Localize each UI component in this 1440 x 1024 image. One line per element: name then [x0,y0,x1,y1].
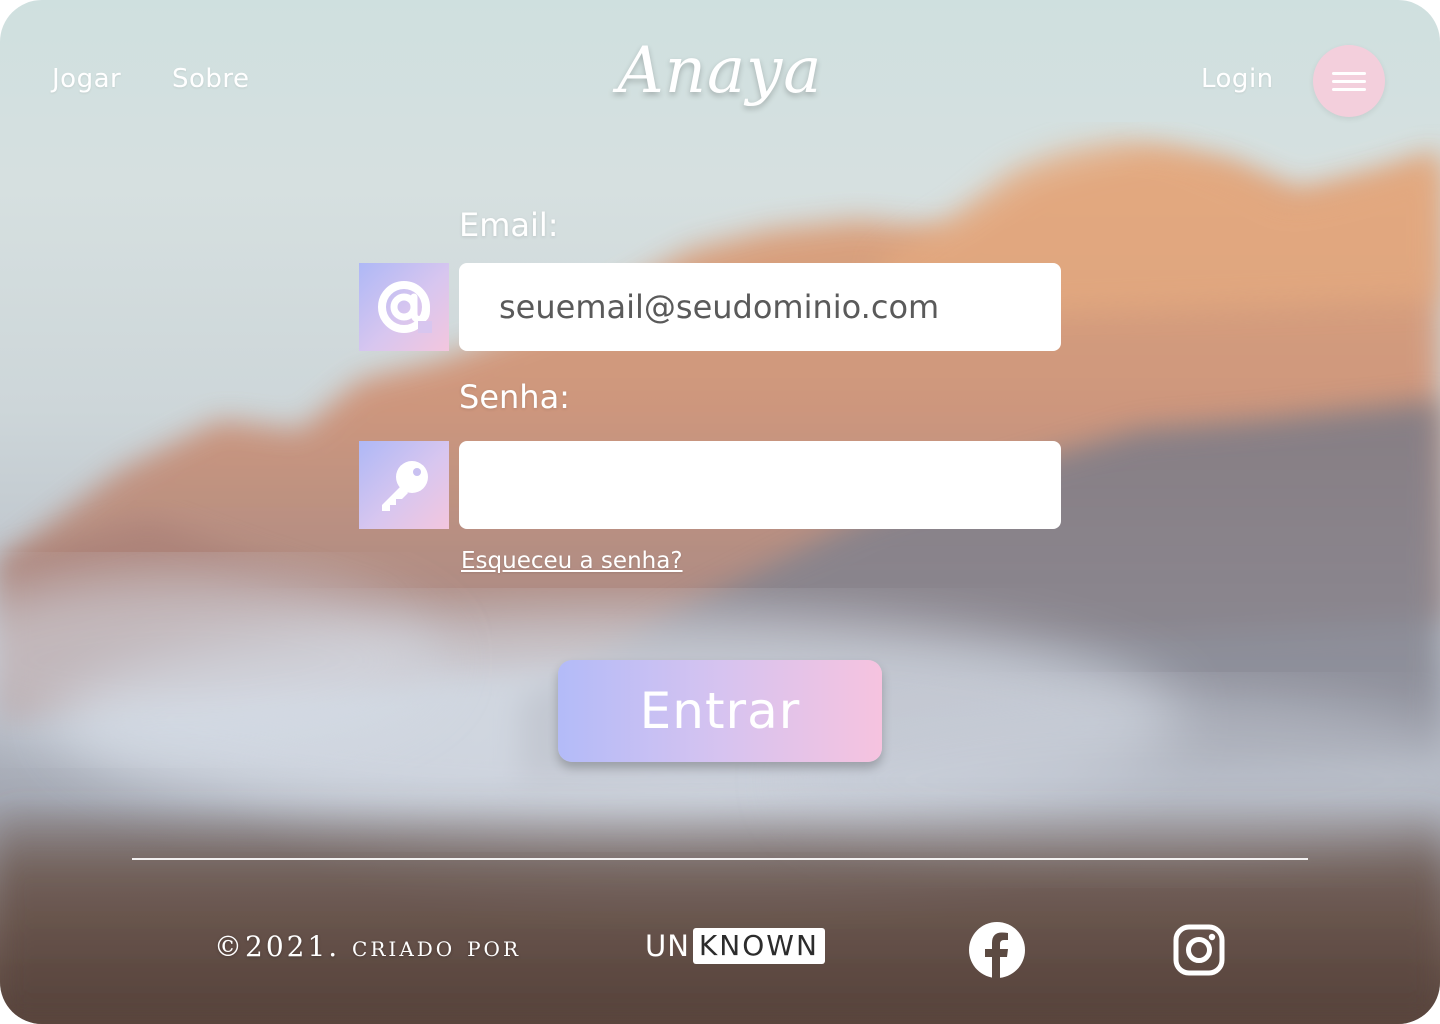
password-icon-box [359,441,449,529]
hamburger-menu-icon [1332,71,1366,75]
password-label: Senha: [459,378,570,416]
page-background: Jogar Sobre Anaya Login Email: Senha: Es… [0,0,1440,1024]
email-field[interactable] [459,263,1061,351]
password-field[interactable] [459,441,1061,529]
facebook-icon[interactable] [968,921,1026,979]
hamburger-menu-icon-bar [1332,79,1366,83]
at-sign-icon [378,281,432,333]
unknown-brand-logo[interactable]: UN KNOWN [645,928,825,964]
login-submit-button[interactable]: Entrar [558,660,882,762]
menu-button[interactable] [1313,45,1385,117]
nav-link-login[interactable]: Login [1201,64,1274,94]
instagram-icon[interactable] [1173,924,1225,976]
hamburger-menu-icon-bar [1332,87,1366,91]
forgot-password-link[interactable]: Esqueceu a senha? [461,548,683,574]
brand-logo-prefix: UN [645,929,690,963]
key-icon [382,461,428,511]
email-label: Email: [459,206,559,244]
footer-divider [132,858,1308,860]
copyright-text: ©2021. criado por [214,930,522,963]
email-icon-box [359,263,449,351]
brand-logo-boxed: KNOWN [692,928,825,964]
